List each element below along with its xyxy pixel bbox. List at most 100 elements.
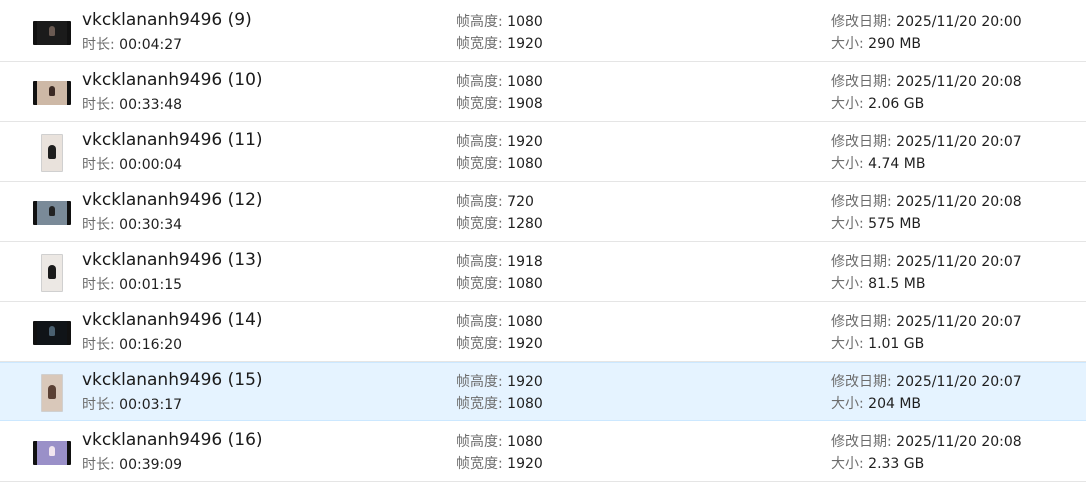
file-name[interactable]: vkcklananh9496 (11) [82, 129, 263, 151]
modified-date: 修改日期: 2025/11/20 20:07 [831, 132, 1022, 152]
video-thumbnail[interactable] [32, 433, 72, 473]
file-row[interactable]: vkcklananh9496 (14) 时长: 00:16:20 帧高度: 1080… [0, 303, 1086, 362]
frame-height: 帧高度: 1080 [456, 12, 543, 32]
file-size: 大小: 2.06 GB [831, 94, 924, 114]
frame-height-value: 1920 [507, 134, 543, 150]
duration-value: 00:33:48 [119, 97, 183, 113]
frame-width-label: 帧宽度: [456, 156, 508, 172]
file-size: 大小: 204 MB [831, 394, 921, 414]
modified-date-label: 修改日期: [831, 134, 897, 150]
file-name[interactable]: vkcklananh9496 (15) [82, 369, 263, 391]
frame-height-label: 帧高度: [456, 374, 508, 390]
file-row[interactable]: vkcklananh9496 (16) 时长: 00:39:09 帧高度: 1080… [0, 423, 1086, 482]
file-size-label: 大小: [831, 156, 869, 172]
file-name[interactable]: vkcklananh9496 (13) [82, 249, 263, 271]
file-size-label: 大小: [831, 456, 869, 472]
duration-label: 时长: [82, 97, 120, 113]
modified-date-label: 修改日期: [831, 14, 897, 30]
duration: 时长: 00:33:48 [82, 95, 182, 115]
thumbnail-subject [48, 145, 56, 160]
video-thumbnail[interactable] [32, 73, 72, 113]
modified-date-value: 2025/11/20 20:00 [896, 14, 1022, 30]
frame-width: 帧宽度: 1280 [456, 214, 543, 234]
file-size-value: 2.33 GB [868, 456, 925, 472]
video-thumbnail-image [33, 441, 71, 465]
file-size-label: 大小: [831, 396, 869, 412]
duration-label: 时长: [82, 217, 120, 233]
file-row[interactable]: vkcklananh9496 (11) 时长: 00:00:04 帧高度: 1920… [0, 123, 1086, 182]
modified-date-value: 2025/11/20 20:08 [896, 434, 1022, 450]
file-name[interactable]: vkcklananh9496 (9) [82, 9, 252, 31]
duration-value: 00:04:27 [119, 37, 183, 53]
frame-height-label: 帧高度: [456, 314, 508, 330]
frame-height-value: 720 [507, 194, 534, 210]
file-list[interactable]: vkcklananh9496 (9) 时长: 00:04:27 帧高度: 1080 帧… [0, 0, 1086, 486]
modified-date-label: 修改日期: [831, 434, 897, 450]
modified-date-value: 2025/11/20 20:07 [896, 314, 1022, 330]
video-thumbnail[interactable] [32, 13, 72, 53]
duration: 时长: 00:00:04 [82, 155, 182, 175]
frame-width-value: 1908 [507, 96, 543, 112]
duration: 时长: 00:30:34 [82, 215, 182, 235]
modified-date-label: 修改日期: [831, 74, 897, 90]
file-row[interactable]: vkcklananh9496 (9) 时长: 00:04:27 帧高度: 1080 帧… [0, 3, 1086, 62]
frame-height-value: 1080 [507, 74, 543, 90]
duration-value: 00:39:09 [119, 457, 183, 473]
file-row[interactable]: vkcklananh9496 (12) 时长: 00:30:34 帧高度: 720 帧… [0, 183, 1086, 242]
frame-height: 帧高度: 1918 [456, 252, 543, 272]
frame-height-label: 帧高度: [456, 434, 508, 450]
frame-height-label: 帧高度: [456, 194, 508, 210]
modified-date: 修改日期: 2025/11/20 20:07 [831, 252, 1022, 272]
video-thumbnail-image [33, 81, 71, 105]
thumbnail-subject [48, 265, 56, 280]
frame-height-label: 帧高度: [456, 74, 508, 90]
file-size-label: 大小: [831, 36, 869, 52]
file-size-value: 204 MB [868, 396, 922, 412]
video-thumbnail[interactable] [32, 133, 72, 173]
thumbnail-subject [49, 325, 55, 336]
file-size-label: 大小: [831, 336, 869, 352]
frame-height-label: 帧高度: [456, 134, 508, 150]
video-thumbnail-image [41, 254, 63, 292]
file-name[interactable]: vkcklananh9496 (10) [82, 69, 263, 91]
frame-width-label: 帧宽度: [456, 336, 508, 352]
file-size-value: 290 MB [868, 36, 922, 52]
video-thumbnail-image [41, 374, 63, 412]
file-size: 大小: 575 MB [831, 214, 921, 234]
frame-width-label: 帧宽度: [456, 396, 508, 412]
file-name[interactable]: vkcklananh9496 (14) [82, 309, 263, 331]
file-name[interactable]: vkcklananh9496 (16) [82, 429, 263, 451]
modified-date-label: 修改日期: [831, 194, 897, 210]
frame-width-value: 1080 [507, 396, 543, 412]
modified-date-value: 2025/11/20 20:07 [896, 374, 1022, 390]
frame-width: 帧宽度: 1080 [456, 394, 543, 414]
modified-date: 修改日期: 2025/11/20 20:07 [831, 372, 1022, 392]
modified-date: 修改日期: 2025/11/20 20:08 [831, 432, 1022, 452]
frame-height-value: 1920 [507, 374, 543, 390]
thumbnail-subject [49, 25, 55, 36]
duration: 时长: 00:04:27 [82, 35, 182, 55]
video-thumbnail[interactable] [32, 373, 72, 413]
duration-label: 时长: [82, 277, 120, 293]
file-row[interactable]: vkcklananh9496 (13) 时长: 00:01:15 帧高度: 1918… [0, 243, 1086, 302]
duration-label: 时长: [82, 37, 120, 53]
frame-height: 帧高度: 1080 [456, 72, 543, 92]
modified-date: 修改日期: 2025/11/20 20:00 [831, 12, 1022, 32]
file-row[interactable]: vkcklananh9496 (15) 时长: 00:03:17 帧高度: 1920… [0, 362, 1086, 421]
file-size-value: 81.5 MB [868, 276, 926, 292]
video-thumbnail[interactable] [32, 193, 72, 233]
video-thumbnail[interactable] [32, 253, 72, 293]
duration: 时长: 00:01:15 [82, 275, 182, 295]
duration-value: 00:16:20 [119, 337, 183, 353]
duration-value: 00:30:34 [119, 217, 183, 233]
file-name[interactable]: vkcklananh9496 (12) [82, 189, 263, 211]
video-thumbnail[interactable] [32, 313, 72, 353]
video-thumbnail-image [33, 21, 71, 45]
thumbnail-subject [49, 445, 55, 456]
duration: 时长: 00:16:20 [82, 335, 182, 355]
file-size-value: 2.06 GB [868, 96, 925, 112]
duration-label: 时长: [82, 157, 120, 173]
frame-width-label: 帧宽度: [456, 456, 508, 472]
modified-date-value: 2025/11/20 20:07 [896, 134, 1022, 150]
file-row[interactable]: vkcklananh9496 (10) 时长: 00:33:48 帧高度: 1080… [0, 63, 1086, 122]
